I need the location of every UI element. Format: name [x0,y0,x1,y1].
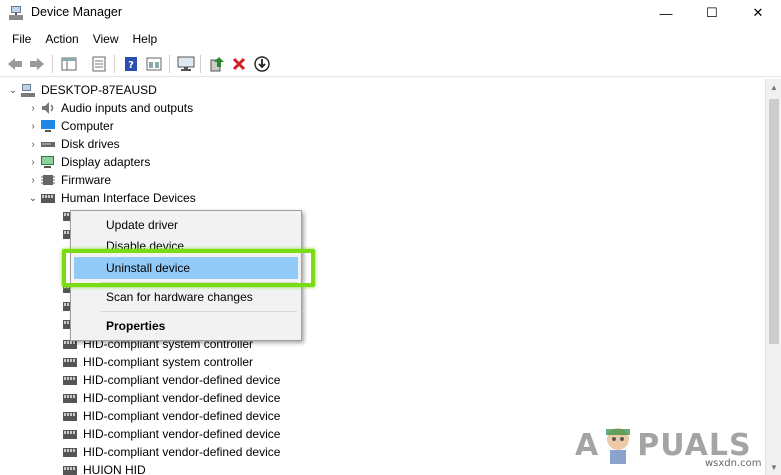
hid-device-icon [62,426,78,442]
tree-device[interactable]: HID-compliant vendor-defined device [62,443,280,461]
tree-category-label: Display adapters [61,155,151,169]
tree-category-label: Firmware [61,173,111,187]
menu-uninstall-device[interactable]: Uninstall device [74,257,298,279]
tree-device-label: HID-compliant vendor-defined device [83,445,281,459]
chevron-right-icon[interactable]: › [26,135,40,153]
properties-icon[interactable] [88,54,110,74]
uninstall-icon[interactable] [228,54,250,74]
title-bar: Device Manager — ☐ ✕ [0,0,781,26]
tree-device-label: HUION HID [83,463,146,475]
tree-device-label: HID-compliant vendor-defined device [83,427,281,441]
tree-category[interactable]: › Firmware [26,171,111,189]
hid-device-icon [62,444,78,460]
tree-category-label: Disk drives [61,137,120,151]
tree-category[interactable]: › Display adapters [26,153,150,171]
vertical-scrollbar[interactable]: ▲ ▼ [765,79,781,475]
chevron-right-icon[interactable]: › [26,153,40,171]
menu-bar: File Action View Help [0,28,781,50]
tree-category[interactable]: › Disk drives [26,135,120,153]
tree-category[interactable]: › Computer [26,117,114,135]
maximize-button[interactable]: ☐ [689,0,735,26]
scroll-up-icon[interactable]: ▲ [766,79,781,95]
device-manager-icon [8,5,24,21]
toolbar-separator [200,55,201,73]
tree-device-label: HID-compliant vendor-defined device [83,373,281,387]
hid-device-icon [62,372,78,388]
tree-device[interactable]: HID-compliant vendor-defined device [62,425,280,443]
forward-arrow-icon[interactable] [26,54,48,74]
disk-icon [40,136,56,152]
svg-text:?: ? [128,60,134,71]
chip-icon [40,172,56,188]
menu-action[interactable]: Action [38,28,85,50]
toolbar-separator [114,55,115,73]
hid-icon [40,190,56,206]
tree-device[interactable]: HID-compliant vendor-defined device [62,389,280,407]
tree-category-label: Human Interface Devices [61,191,196,205]
menu-file[interactable]: File [5,28,38,50]
help-icon[interactable]: ? [120,54,142,74]
tree-root[interactable]: ⌄ DESKTOP-87EAUSD [6,81,157,99]
tree-device[interactable]: HID-compliant system controller [62,353,253,371]
download-icon[interactable] [251,54,273,74]
hid-device-icon [62,354,78,370]
menu-help[interactable]: Help [126,28,165,50]
watermark-letter: A [575,427,600,463]
close-button[interactable]: ✕ [735,0,781,26]
back-arrow-icon[interactable] [4,54,26,74]
tree-category[interactable]: › Audio inputs and outputs [26,99,193,117]
menu-separator [101,282,297,283]
menu-separator [101,311,297,312]
chevron-right-icon[interactable]: › [26,99,40,117]
site-watermark: wsxdn.com [705,458,762,469]
menu-update-driver[interactable]: Update driver [74,214,298,236]
monitor-icon[interactable] [175,54,197,74]
hid-device-icon [62,408,78,424]
chevron-right-icon[interactable]: › [26,117,40,135]
hid-device-icon [62,462,78,475]
toolbar: ? [0,51,781,77]
scroll-down-icon[interactable]: ▼ [766,459,781,475]
tree-root-label: DESKTOP-87EAUSD [41,83,157,97]
menu-properties[interactable]: Properties [74,315,298,337]
window-title: Device Manager [31,5,123,19]
tree-category-label: Audio inputs and outputs [61,101,194,115]
context-menu: Update driver Disable device Uninstall d… [70,210,302,341]
computer-icon [20,82,36,98]
tree-category[interactable]: ⌄ Human Interface Devices [26,189,196,207]
tree-device[interactable]: HID-compliant vendor-defined device [62,371,280,389]
chevron-right-icon[interactable]: › [26,171,40,189]
console-tree-icon[interactable] [58,54,80,74]
speaker-icon [40,100,56,116]
menu-scan-hardware[interactable]: Scan for hardware changes [74,286,298,308]
tree-device-label: HID-compliant vendor-defined device [83,391,281,405]
chevron-down-icon[interactable]: ⌄ [26,189,40,207]
display-adapter-icon [40,154,56,170]
tree-device-label: HID-compliant system controller [83,355,254,369]
minimize-button[interactable]: — [643,0,689,26]
hid-device-icon [62,390,78,406]
computer-icon [40,118,56,134]
view-icon[interactable] [143,54,165,74]
tree-category-label: Computer [61,119,114,133]
tree-device-label: HID-compliant vendor-defined device [83,409,281,423]
toolbar-separator [169,55,170,73]
toolbar-separator [52,55,53,73]
tree-device[interactable]: HUION HID [62,461,146,475]
chevron-down-icon[interactable]: ⌄ [6,81,20,99]
menu-disable-device[interactable]: Disable device [74,235,298,257]
update-driver-icon[interactable] [206,54,228,74]
menu-view[interactable]: View [86,28,126,50]
tree-device[interactable]: HID-compliant vendor-defined device [62,407,280,425]
scrollbar-thumb[interactable] [769,99,779,344]
mascot-icon [601,425,635,465]
